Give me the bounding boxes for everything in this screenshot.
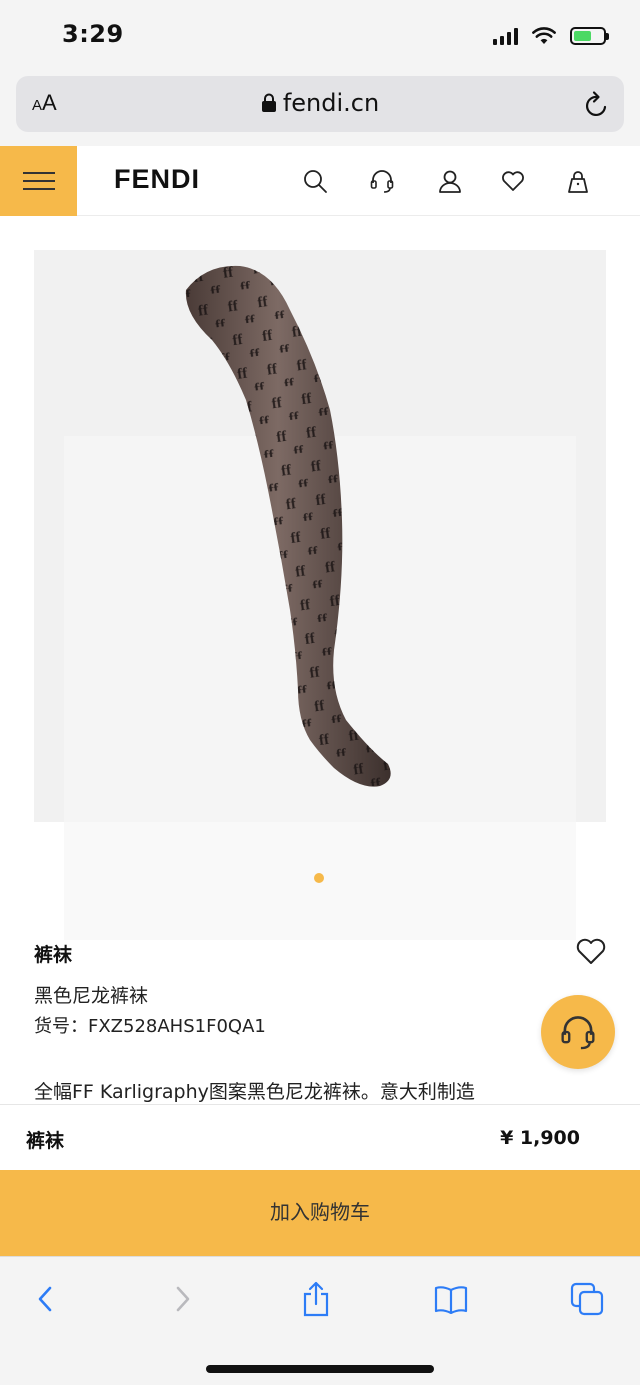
- wishlist-icon[interactable]: [500, 168, 526, 194]
- menu-icon-line: [22, 180, 55, 182]
- tabs-icon: [570, 1282, 604, 1316]
- status-bar: 3:29: [0, 0, 640, 72]
- menu-icon-line: [22, 172, 55, 174]
- battery-fill: [574, 31, 591, 41]
- account-icon[interactable]: [437, 168, 463, 194]
- price-bar-item-name: 裤袜: [26, 1130, 65, 1152]
- site-header: FENDI: [0, 146, 640, 216]
- status-icons: [493, 24, 609, 48]
- back-button[interactable]: [26, 1279, 66, 1319]
- forward-button[interactable]: [162, 1279, 202, 1319]
- address-bar[interactable]: AA fendi.cn: [16, 76, 624, 132]
- browser-toolbar: [0, 1256, 640, 1385]
- bookmarks-icon: [434, 1286, 468, 1314]
- url-display[interactable]: fendi.cn: [16, 89, 624, 117]
- wishlist-heart-icon[interactable]: [575, 936, 607, 966]
- search-icon[interactable]: [302, 168, 328, 194]
- product-name: 黑色尼龙裤袜: [34, 985, 149, 1007]
- share-icon: [303, 1281, 329, 1317]
- product-category: 裤袜: [34, 944, 73, 966]
- product-code: 货号：FXZ528AHS1F0QA1: [34, 1012, 266, 1038]
- product-code-value: FXZ528AHS1F0QA1: [88, 1016, 266, 1037]
- home-indicator[interactable]: [206, 1365, 434, 1373]
- url-text: fendi.cn: [282, 89, 380, 117]
- reload-icon[interactable]: [584, 90, 610, 118]
- product-description: 全幅FF Karligraphy图案黑色尼龙裤袜。意大利制造: [34, 1081, 475, 1103]
- tabs-button[interactable]: [567, 1279, 607, 1319]
- browser-address-area: AA fendi.cn: [0, 72, 640, 146]
- price-bar: 裤袜 ¥ 1,900: [0, 1104, 640, 1170]
- shopping-bag-icon[interactable]: [565, 168, 591, 194]
- back-icon: [38, 1286, 52, 1312]
- status-time: 3:29: [62, 20, 124, 48]
- gallery-indicator-dot[interactable]: [314, 873, 324, 883]
- add-to-cart-button[interactable]: 加入购物车: [0, 1170, 640, 1256]
- cellular-signal-icon: [493, 27, 518, 45]
- share-button[interactable]: [296, 1279, 336, 1319]
- fendi-logo[interactable]: FENDI: [114, 164, 200, 195]
- product-image[interactable]: ff ff: [34, 250, 606, 822]
- headset-icon: [561, 1016, 595, 1050]
- product-price: ¥ 1,900: [500, 1127, 580, 1149]
- product-code-label: 货号：: [34, 1016, 88, 1037]
- menu-icon-line: [22, 188, 55, 190]
- bookmarks-button[interactable]: [431, 1279, 471, 1319]
- wifi-icon: [532, 27, 556, 44]
- customer-service-button[interactable]: [541, 995, 615, 1069]
- tights-illustration: ff ff: [185, 265, 391, 787]
- customer-service-icon[interactable]: [369, 168, 395, 194]
- lock-icon: [261, 93, 276, 112]
- battery-icon: [570, 27, 609, 45]
- menu-button[interactable]: [0, 146, 77, 216]
- forward-icon: [176, 1286, 190, 1312]
